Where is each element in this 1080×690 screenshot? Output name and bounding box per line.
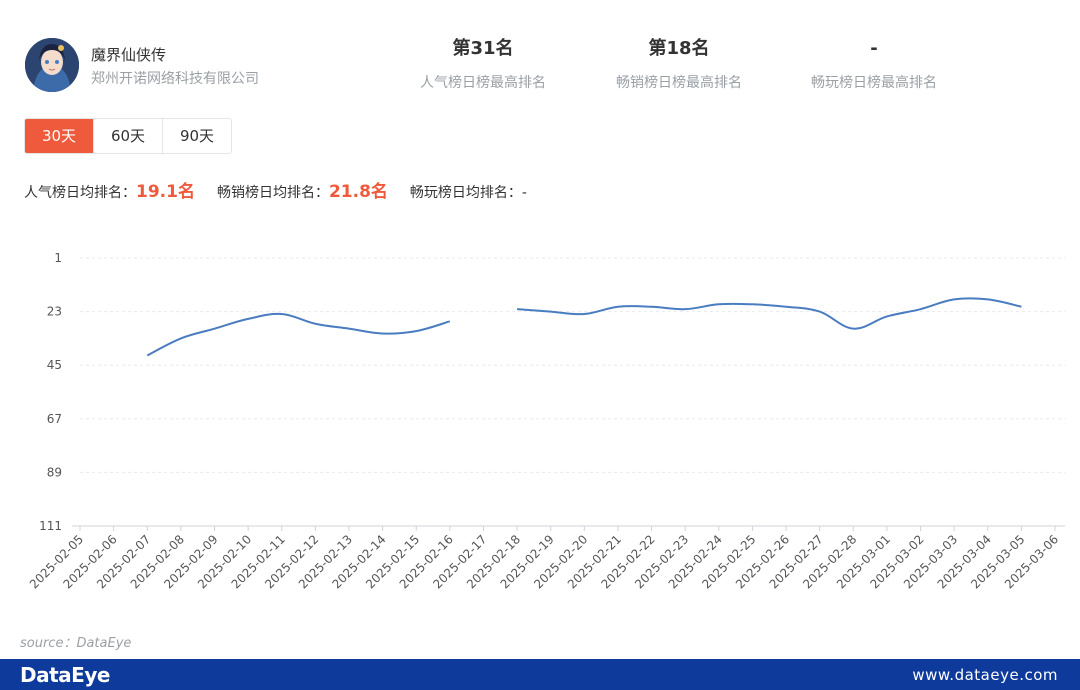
rank-value: - [870, 38, 878, 59]
rank-bestseller-peak: 第18名 畅销榜日榜最高排名 [579, 36, 779, 92]
y-tick-label: 111 [39, 519, 62, 533]
tab-90-days[interactable]: 90天 [162, 119, 231, 153]
rank-label: 畅销榜日榜最高排名 [616, 75, 742, 91]
y-tick-label: 45 [47, 358, 62, 372]
rank-value: 第18名 [648, 38, 710, 59]
avatar-image-icon [25, 38, 79, 92]
rank-playing-peak: - 畅玩榜日榜最高排名 [774, 36, 974, 92]
avg-value: 19.1名 [136, 182, 195, 202]
series-line [146, 312, 451, 357]
avg-label: 畅销榜日均排名： [216, 185, 329, 201]
footer-bar: DataEye www.dataeye.com [0, 659, 1080, 690]
rank-value: 第31名 [452, 38, 514, 59]
avg-label: 人气榜日均排名： [24, 185, 136, 201]
average-ranks: 人气榜日均排名： 19.1名 畅销榜日均排名： 21.8名 畅玩榜日均排名： - [24, 177, 549, 202]
footer-logo: DataEye [20, 663, 110, 687]
rank-label: 畅玩榜日榜最高排名 [811, 75, 937, 91]
rank-label: 人气榜日榜最高排名 [420, 75, 546, 91]
tab-30-days[interactable]: 30天 [25, 119, 93, 153]
avg-playing: 畅玩榜日均排名： - [410, 182, 527, 202]
avg-value: 21.8名 [328, 182, 388, 202]
rank-trend-chart: 1234567891112025-02-052025-02-062025-02-… [27, 251, 1065, 591]
y-tick-label: 67 [47, 412, 62, 426]
period-tabs: 30天 60天 90天 [24, 118, 232, 154]
avg-bestseller: 畅销榜日均排名： 21.8名 [217, 177, 388, 202]
y-tick-label: 1 [54, 251, 62, 265]
y-tick-label: 89 [47, 465, 62, 479]
footer-url[interactable]: www.dataeye.com [912, 666, 1058, 684]
avg-value: - [521, 185, 527, 201]
series-line [516, 297, 1022, 330]
rank-popular-peak: 第31名 人气榜日榜最高排名 [383, 36, 583, 92]
game-avatar[interactable] [25, 38, 79, 92]
game-name[interactable]: 魔界仙侠传 [91, 44, 166, 65]
avg-label: 畅玩榜日均排名： [409, 185, 522, 201]
y-tick-label: 23 [47, 305, 62, 319]
company-name: 郑州开诺网络科技有限公司 [91, 71, 259, 87]
header: 魔界仙侠传 郑州开诺网络科技有限公司 第31名 人气榜日榜最高排名 第18名 畅… [0, 0, 1080, 110]
tab-60-days[interactable]: 60天 [93, 119, 162, 153]
avg-popular: 人气榜日均排名： 19.1名 [24, 177, 195, 202]
source-note: source：DataEye [20, 636, 132, 651]
